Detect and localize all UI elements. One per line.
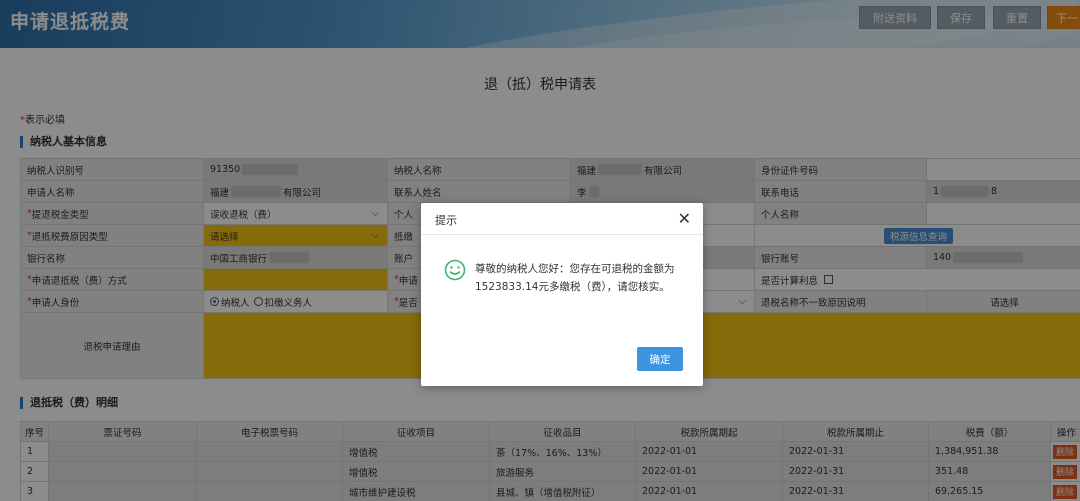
alert-dialog: 提示 ✕ 尊敬的纳税人您好：您存在可退税的金额为1523833.14元多缴税（费… xyxy=(421,203,703,386)
dialog-message: 尊敬的纳税人您好：您存在可退税的金额为1523833.14元多缴税（费），请您核… xyxy=(475,263,675,293)
dialog-title: 提示 xyxy=(435,214,457,227)
confirm-button[interactable]: 确定 xyxy=(637,347,683,371)
close-icon[interactable]: ✕ xyxy=(678,209,691,228)
dialog-header: 提示 ✕ xyxy=(421,203,703,235)
smile-icon xyxy=(444,259,466,281)
